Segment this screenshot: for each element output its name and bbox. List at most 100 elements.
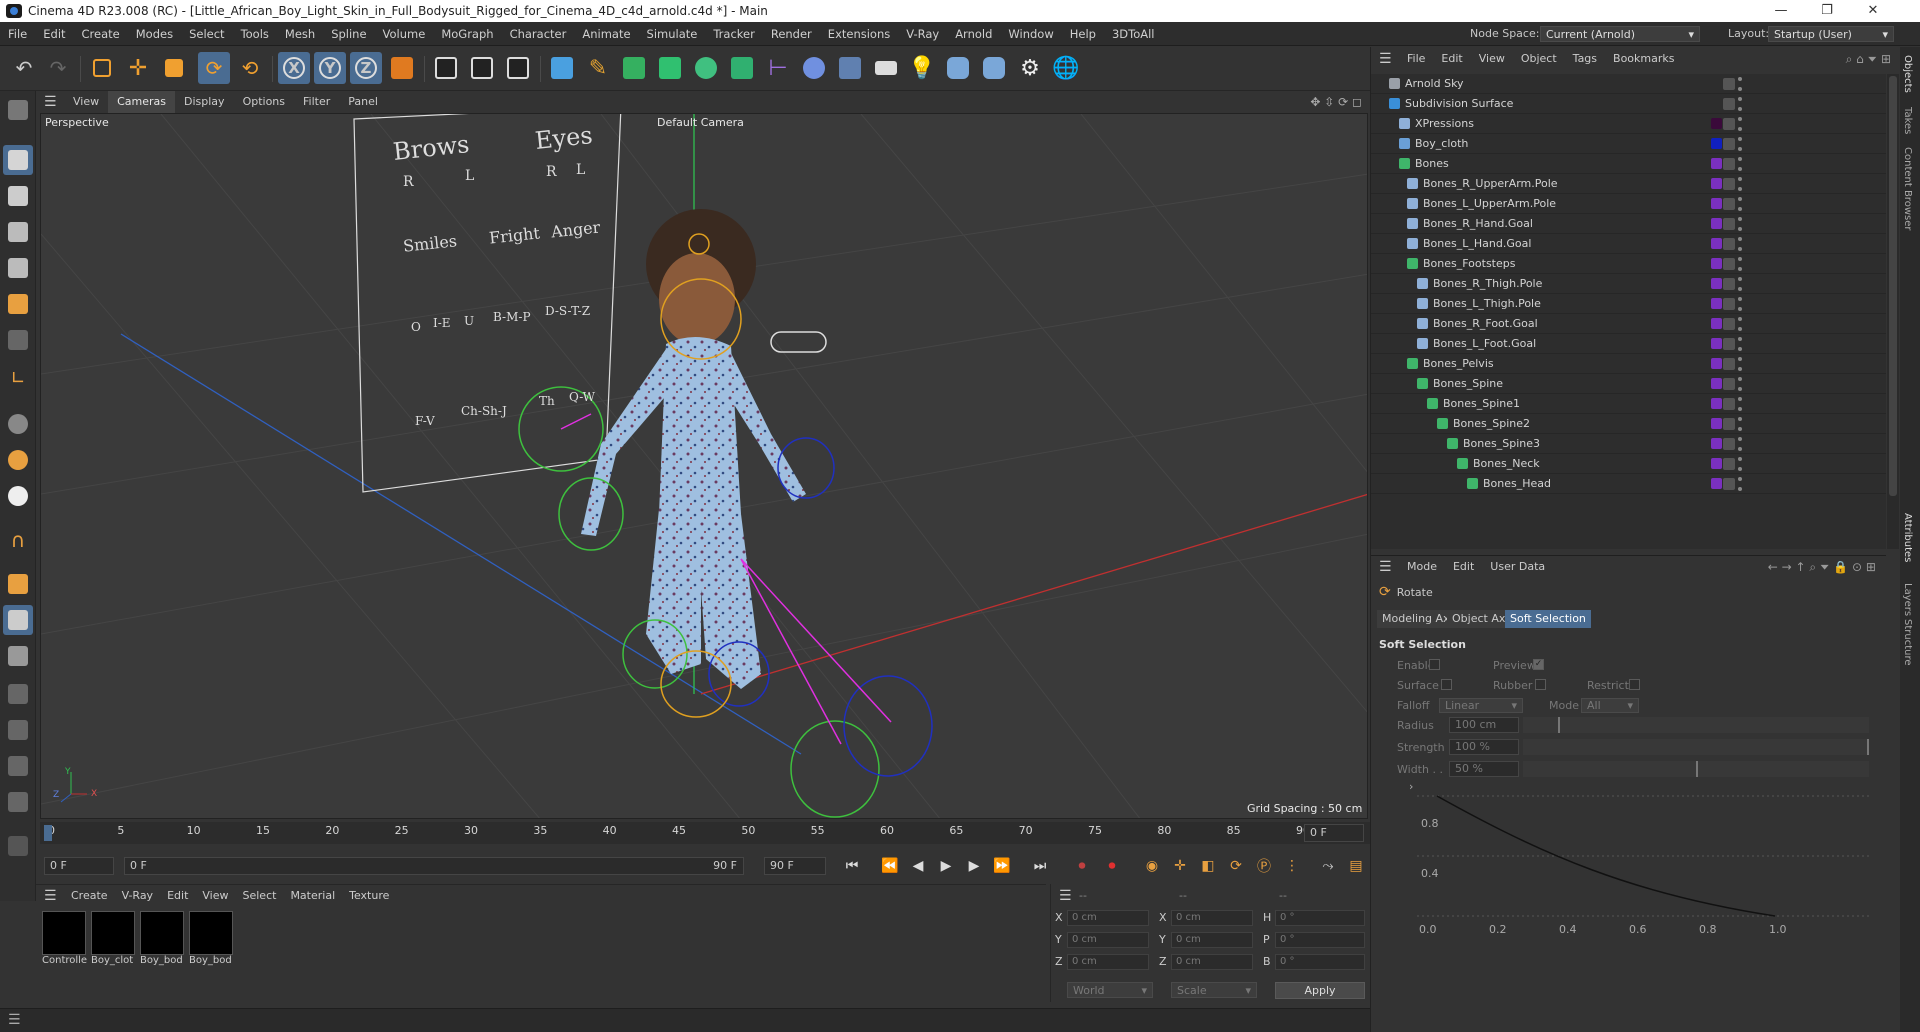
menu-render[interactable]: Render [763, 22, 820, 46]
width-slider[interactable] [1523, 761, 1869, 777]
render-visibility-dots[interactable] [1738, 77, 1742, 91]
coord-rot-field[interactable]: 0 ° [1275, 910, 1365, 926]
radius-slider[interactable] [1523, 717, 1869, 733]
object-menu-edit[interactable]: Edit [1433, 47, 1470, 71]
render-picture-viewer-button[interactable] [466, 52, 498, 84]
start-frame-field[interactable]: 0 F [44, 857, 114, 875]
render-visibility-dots[interactable] [1738, 477, 1742, 491]
menu-file[interactable]: File [0, 22, 35, 46]
object-row[interactable]: Bones_L_UpperArm.Pole [1371, 194, 1886, 214]
falloff-select[interactable]: Linear ▾ [1439, 698, 1523, 713]
restrict-checkbox[interactable] [1629, 679, 1640, 690]
mode-select[interactable]: All ▾ [1581, 698, 1639, 713]
visibility-check-icon[interactable] [1723, 138, 1735, 150]
node-space-select[interactable]: Current (Arnold) ▾ [1540, 26, 1700, 42]
menu-simulate[interactable]: Simulate [639, 22, 706, 46]
radius-slider-handle[interactable] [1558, 717, 1560, 733]
object-row[interactable]: Bones_Footsteps [1371, 254, 1886, 274]
hamburger-icon[interactable]: ☰ [1379, 559, 1399, 575]
timeline-window-button[interactable]: ▤ [1344, 854, 1368, 878]
undo-button[interactable]: ↶ [8, 52, 40, 84]
visibility-check-icon[interactable] [1723, 158, 1735, 170]
render-visibility-dots[interactable] [1738, 317, 1742, 331]
side-tab-structure[interactable]: Structure [1902, 619, 1913, 666]
menu-edit[interactable]: Edit [35, 22, 73, 46]
uv-mode-button[interactable] [3, 325, 33, 355]
tab-soft-selection[interactable]: Soft Selection [1505, 610, 1591, 628]
viewport-menu-display[interactable]: Display [175, 91, 234, 113]
visibility-check-icon[interactable] [1723, 238, 1735, 250]
object-row[interactable]: Boy_cloth [1371, 134, 1886, 154]
render-visibility-dots[interactable] [1738, 137, 1742, 151]
viewport-3d[interactable]: Brows Eyes R L R L Smiles Fright Anger O… [40, 113, 1368, 819]
texture-mode-button[interactable] [3, 181, 33, 211]
y-axis-lock-button[interactable]: Y [314, 52, 346, 84]
mograph-button[interactable] [726, 52, 758, 84]
layer-color-swatch[interactable] [1711, 278, 1722, 289]
hamburger-icon[interactable]: ☰ [44, 888, 64, 904]
menu-window[interactable]: Window [1000, 22, 1061, 46]
object-row[interactable]: Bones [1371, 154, 1886, 174]
object-menu-object[interactable]: Object [1513, 47, 1565, 71]
coordinate-system-button[interactable] [386, 52, 418, 84]
layer-color-swatch[interactable] [1711, 138, 1722, 149]
material-swatch[interactable] [189, 911, 233, 955]
field-button[interactable] [798, 52, 830, 84]
visibility-check-icon[interactable] [1723, 218, 1735, 230]
layer-color-swatch[interactable] [1711, 298, 1722, 309]
render-visibility-dots[interactable] [1738, 277, 1742, 291]
visibility-check-icon[interactable] [1723, 298, 1735, 310]
preview-checkbox[interactable]: ✓ [1533, 659, 1544, 670]
coord-pos-field[interactable]: 0 cm [1067, 954, 1149, 970]
radius-field[interactable]: 100 cm [1449, 717, 1519, 733]
material-menu-edit[interactable]: Edit [160, 885, 195, 907]
object-menu-tags[interactable]: Tags [1565, 47, 1605, 71]
sculpt-button[interactable] [3, 715, 33, 745]
strength-slider[interactable] [1523, 739, 1869, 755]
layer-color-swatch[interactable] [1711, 378, 1722, 389]
weight-tool-button[interactable] [3, 787, 33, 817]
object-row[interactable]: Bones_R_UpperArm.Pole [1371, 174, 1886, 194]
select-tool-button[interactable] [86, 52, 118, 84]
coord-pos-field[interactable]: 0 cm [1067, 910, 1149, 926]
attribute-menu-mode[interactable]: Mode [1399, 556, 1445, 578]
subdivision-button[interactable] [618, 52, 650, 84]
pen-spline-button[interactable]: ✎ [582, 52, 614, 84]
coord-mode-select[interactable]: Scale ▾ [1171, 982, 1257, 998]
coord-size-field[interactable]: 0 cm [1171, 932, 1253, 948]
menu-spline[interactable]: Spline [323, 22, 374, 46]
current-frame-field[interactable]: 0 F [1304, 824, 1364, 842]
extrude-button[interactable] [654, 52, 686, 84]
width-field[interactable]: 50 % [1449, 761, 1519, 777]
layout-select[interactable]: Startup (User) ▾ [1768, 26, 1894, 42]
object-row[interactable]: Bones_Spine2 [1371, 414, 1886, 434]
polygon-mode-button[interactable] [3, 289, 33, 319]
globe-button[interactable]: 🌐 [1050, 52, 1082, 84]
layer-color-swatch[interactable] [1711, 158, 1722, 169]
viewport-menu-cameras[interactable]: Cameras [108, 91, 176, 113]
motion-system-button[interactable]: ⤳ [1316, 854, 1340, 878]
render-visibility-dots[interactable] [1738, 237, 1742, 251]
axis-mode-button[interactable]: ∟ [3, 363, 33, 393]
menu-mograph[interactable]: MoGraph [433, 22, 501, 46]
object-row[interactable]: Arnold Sky [1371, 74, 1886, 94]
layer-color-swatch[interactable] [1711, 398, 1722, 409]
side-tab-content-browser[interactable]: Content Browser [1902, 147, 1913, 230]
material-menu-v-ray[interactable]: V-Ray [115, 885, 161, 907]
viewport-menu-view[interactable]: View [64, 91, 108, 113]
goto-end-button[interactable]: ⏭ [1028, 854, 1052, 878]
coord-rot-field[interactable]: 0 ° [1275, 954, 1365, 970]
object-search-icons[interactable]: ⌕ ⌂ ⏷ ⊞ [1846, 52, 1891, 67]
maximize-button[interactable]: ❐ [1804, 0, 1850, 22]
cube-button[interactable] [546, 52, 578, 84]
render-visibility-dots[interactable] [1738, 97, 1742, 111]
layer-color-swatch[interactable] [1711, 178, 1722, 189]
joint-tool-button[interactable] [3, 751, 33, 781]
layer-color-swatch[interactable] [1711, 238, 1722, 249]
menu-modes[interactable]: Modes [128, 22, 181, 46]
layer-color-swatch[interactable] [1711, 318, 1722, 329]
render-visibility-dots[interactable] [1738, 397, 1742, 411]
timeline-ruler[interactable]: 051015202530354045505560657075808590 0 F [40, 822, 1370, 844]
object-menu-bookmarks[interactable]: Bookmarks [1605, 47, 1682, 71]
enable-checkbox[interactable] [1429, 659, 1440, 670]
